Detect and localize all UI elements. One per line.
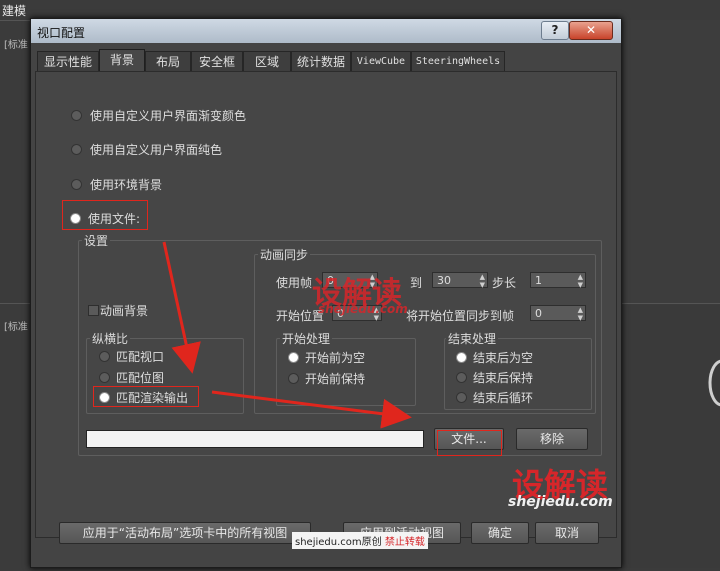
watermark-site-corner: shejiedu.com — [508, 494, 613, 510]
watermark-site-center: shejiedu.com — [318, 302, 408, 316]
arrow-to-aspect-ratio — [162, 241, 201, 374]
credit-site: shejiedu.com — [295, 537, 362, 548]
credit-forbid: 禁止转载 — [384, 537, 425, 548]
arrow-to-files-button — [211, 390, 412, 429]
credit-original: 原创 — [361, 537, 382, 548]
credit-notice: shejiedu.com原创 禁止转载 — [292, 532, 428, 549]
